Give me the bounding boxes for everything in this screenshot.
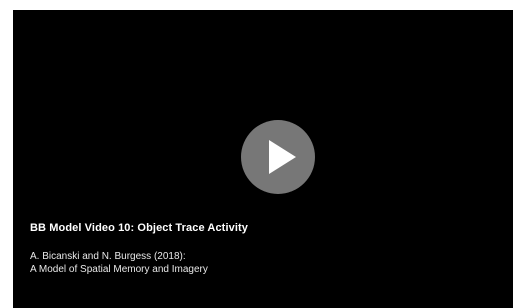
citation-authors: A. Bicanski and N. Burgess (2018): bbox=[30, 251, 186, 262]
play-icon bbox=[269, 140, 296, 174]
video-player[interactable]: BB Model Video 10: Object Trace Activity… bbox=[13, 10, 513, 308]
citation-paper-title: A Model of Spatial Memory and Imagery bbox=[30, 264, 208, 275]
page-frame: BB Model Video 10: Object Trace Activity… bbox=[0, 0, 525, 308]
play-button[interactable] bbox=[241, 120, 315, 194]
video-title: BB Model Video 10: Object Trace Activity bbox=[30, 222, 248, 234]
